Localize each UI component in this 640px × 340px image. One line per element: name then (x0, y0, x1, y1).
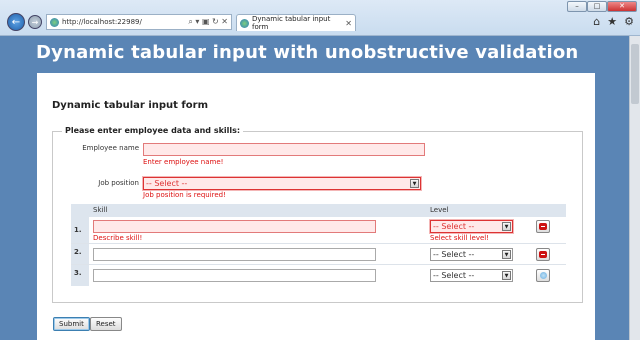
skill-level-select[interactable]: -- Select -- ▼ (430, 220, 513, 233)
tab-favicon-icon (240, 18, 249, 28)
page-title: Dynamic tabular input with unobstructive… (36, 42, 579, 63)
form-heading: Dynamic tabular input form (52, 100, 208, 111)
job-position-selected: -- Select -- (146, 179, 188, 188)
address-bar-controls[interactable]: ⌕ ▾ ▣ ↻ ✕ (188, 17, 228, 27)
employee-fieldset: Please enter employee data and skills: E… (52, 126, 583, 303)
settings-gear-icon[interactable]: ⚙ (624, 15, 634, 28)
reset-button[interactable]: Reset (90, 317, 122, 331)
minimize-button[interactable]: – (567, 1, 587, 12)
chevron-down-icon: ▼ (502, 271, 511, 280)
level-column-header: Level (430, 206, 449, 214)
row-number: 2. (74, 248, 82, 256)
skill-level-select[interactable]: -- Select -- ▼ (430, 248, 513, 261)
back-button[interactable]: ← (7, 13, 25, 31)
job-position-error: Job position is required! (143, 191, 226, 199)
job-position-select[interactable]: -- Select -- ▼ (143, 177, 421, 190)
browser-tools: ⌂ ★ ⚙ (593, 15, 634, 28)
skills-table-header: Skill Level (71, 204, 566, 217)
main-content: Dynamic tabular input form Please enter … (37, 73, 595, 340)
browser-tab[interactable]: Dynamic tabular input form ✕ (236, 14, 356, 31)
delete-row-button[interactable] (536, 248, 550, 261)
skills-table: Skill Level 1. Describe skill! -- Select… (71, 204, 566, 298)
skill-level-select[interactable]: -- Select -- ▼ (430, 269, 513, 282)
skill-input[interactable] (93, 248, 376, 261)
home-icon[interactable]: ⌂ (593, 15, 600, 28)
maximize-button[interactable]: □ (587, 1, 607, 12)
fieldset-legend: Please enter employee data and skills: (62, 126, 244, 135)
tab-close-icon[interactable]: ✕ (345, 19, 352, 28)
address-url[interactable]: http://localhost:22989/ (62, 18, 185, 26)
skill-input[interactable] (93, 220, 376, 233)
skill-column-header: Skill (93, 206, 108, 214)
scrollbar-thumb[interactable] (631, 44, 639, 104)
delete-row-button[interactable] (536, 220, 550, 233)
window-controls: – □ ✕ (567, 1, 637, 12)
employee-name-input[interactable] (143, 143, 425, 156)
row-number: 3. (74, 269, 82, 277)
vertical-scrollbar[interactable] (629, 36, 640, 340)
skill-level-selected: -- Select -- (433, 222, 475, 231)
skill-input[interactable] (93, 269, 376, 282)
chevron-down-icon: ▼ (502, 250, 511, 259)
forward-button[interactable]: → (28, 15, 42, 29)
table-row: 1. Describe skill! -- Select -- ▼ Select… (71, 217, 566, 244)
table-row: 2. -- Select -- ▼ (71, 244, 566, 265)
row-number: 1. (74, 226, 82, 234)
submit-button[interactable]: Submit (53, 317, 90, 331)
chevron-down-icon: ▼ (410, 179, 419, 188)
chevron-down-icon: ▼ (502, 222, 511, 231)
favorites-star-icon[interactable]: ★ (607, 15, 617, 28)
skill-level-selected: -- Select -- (433, 250, 475, 259)
skill-level-selected: -- Select -- (433, 271, 475, 280)
forward-arrow-icon: → (31, 17, 39, 27)
job-position-label: Job position (98, 179, 139, 187)
employee-name-error: Enter employee name! (143, 158, 224, 166)
tab-title: Dynamic tabular input form (252, 15, 331, 31)
site-favicon-icon (50, 17, 59, 27)
close-window-button[interactable]: ✕ (607, 1, 637, 12)
employee-name-label: Employee name (82, 144, 139, 152)
browser-chrome: – □ ✕ ← → http://localhost:22989/ ⌕ ▾ ▣ … (0, 0, 640, 36)
skill-level-error: Select skill level! (430, 234, 490, 242)
skill-error: Describe skill! (93, 234, 143, 242)
table-row: 3. -- Select -- ▼ (71, 265, 566, 286)
address-bar[interactable]: http://localhost:22989/ ⌕ ▾ ▣ ↻ ✕ (46, 14, 232, 30)
back-arrow-icon: ← (11, 16, 21, 28)
add-row-button[interactable] (536, 269, 550, 282)
